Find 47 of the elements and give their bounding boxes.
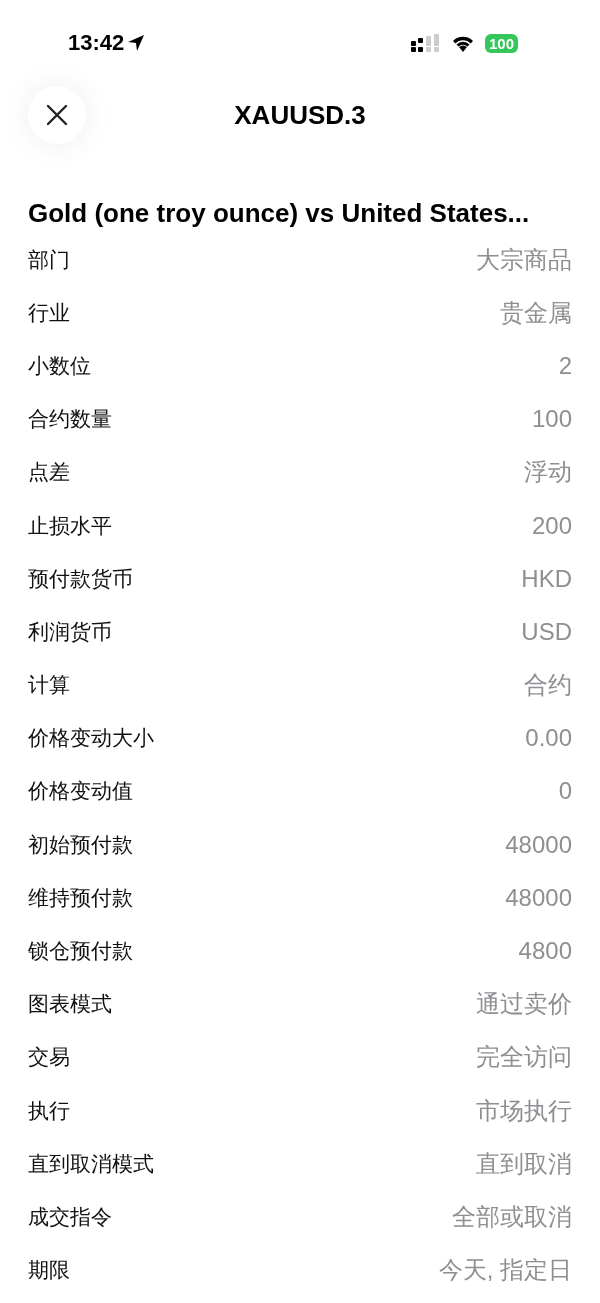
spec-value: 直到取消 <box>476 1148 572 1179</box>
spec-label: 点差 <box>28 459 70 486</box>
spec-value: USD <box>521 617 572 646</box>
close-icon <box>46 104 68 126</box>
spec-label: 期限 <box>28 1257 70 1284</box>
spec-label: 行业 <box>28 299 70 326</box>
spec-value: 100 <box>531 405 572 434</box>
spec-label: 锁仓预付款 <box>28 938 133 965</box>
signal-icon <box>410 34 441 52</box>
spec-label: 合约数量 <box>28 406 112 433</box>
spec-label: 小数位 <box>28 352 91 379</box>
spec-value: 完全访问 <box>476 1042 572 1073</box>
spec-value: 200 <box>531 511 572 540</box>
spec-value: 0 <box>558 777 572 806</box>
symbol-title: XAUUSD.3 <box>234 100 366 131</box>
spec-label: 执行 <box>28 1097 70 1124</box>
spec-value: 市场执行 <box>476 1095 572 1126</box>
spec-value: 大宗商品 <box>476 244 572 275</box>
spec-value: 48000 <box>505 883 572 912</box>
spec-value: 4800 <box>518 937 572 966</box>
spec-value: 通过卖价 <box>476 989 572 1020</box>
instrument-description: Gold (one troy ounce) vs United States... <box>28 196 531 230</box>
spec-value: 贵金属 <box>500 297 572 328</box>
spec-label: 成交指令 <box>28 1203 112 1230</box>
spec-value: HKD <box>521 564 572 593</box>
spec-label: 计算 <box>28 672 70 699</box>
spec-label: 初始预付款 <box>28 831 133 858</box>
spec-label: 预付款货币 <box>28 565 133 592</box>
spec-value: 今天, 指定日 <box>438 1255 572 1286</box>
spec-label: 价格变动值 <box>28 778 133 805</box>
spec-value: 2 <box>558 351 572 380</box>
status-time: 13:42 <box>68 30 125 56</box>
spec-label: 维持预付款 <box>28 884 133 911</box>
spec-value: 合约 <box>524 670 572 701</box>
spec-label: 止损水平 <box>28 512 112 539</box>
spec-value: 全部或取消 <box>452 1201 572 1232</box>
spec-label: 部门 <box>28 246 70 273</box>
spec-label: 直到取消模式 <box>28 1150 154 1177</box>
spec-value: 浮动 <box>524 457 572 488</box>
spec-label: 图表模式 <box>28 991 112 1018</box>
spec-label: 利润货币 <box>28 618 112 645</box>
location-arrow-icon <box>127 34 146 52</box>
spec-value: 0.00 <box>525 724 572 753</box>
battery-level: 100 <box>484 33 518 53</box>
spec-value: 48000 <box>505 830 572 859</box>
spec-label: 价格变动大小 <box>28 725 154 752</box>
spec-label: 交易 <box>28 1044 70 1071</box>
